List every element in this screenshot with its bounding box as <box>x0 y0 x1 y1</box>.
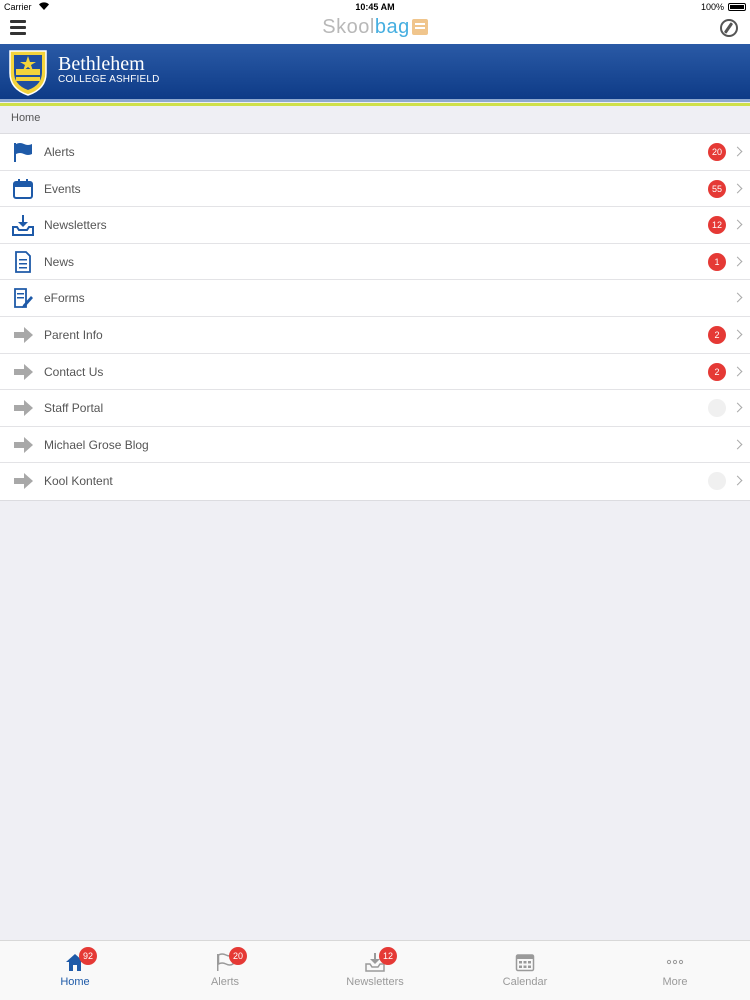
menu-item-kool-kontent[interactable]: Kool Kontent <box>0 463 750 500</box>
notification-badge: 1 <box>708 252 726 271</box>
calendar-icon <box>515 954 535 972</box>
menu-item-newsletters[interactable]: Newsletters 12 <box>0 207 750 244</box>
tab-badge: 92 <box>79 947 97 965</box>
calendar-icon <box>13 178 33 199</box>
brand-part1: Skool <box>322 16 375 38</box>
menu-item-events[interactable]: Events 55 <box>0 171 750 208</box>
arrow-right-icon <box>14 363 33 380</box>
arrow-right-icon <box>14 400 33 417</box>
chevron-right-icon <box>732 146 743 157</box>
inbox-download-icon <box>12 215 34 237</box>
menu-item-label: Staff Portal <box>44 401 104 416</box>
chevron-right-icon <box>732 256 743 267</box>
arrow-right-icon <box>14 473 33 490</box>
notification-badge: 2 <box>708 325 726 344</box>
tab-label: Home <box>60 976 90 988</box>
menu-item-michael-grose-blog[interactable]: Michael Grose Blog <box>0 427 750 464</box>
nav-bar: Skoolbag <box>0 14 750 44</box>
arrow-right-icon <box>14 326 33 343</box>
tab-newsletters[interactable]: 12 Newsletters <box>300 941 450 1000</box>
more-dots-icon <box>666 959 684 965</box>
menu-item-alerts[interactable]: Alerts 20 <box>0 134 750 171</box>
breadcrumb: Home <box>11 112 41 124</box>
menu-item-label: Contact Us <box>44 364 104 379</box>
app-logo: Skoolbag <box>0 16 750 39</box>
chevron-right-icon <box>732 439 743 450</box>
menu-item-label: Events <box>44 181 81 196</box>
school-name: Bethlehem <box>58 53 145 75</box>
tab-badge: 20 <box>229 947 247 965</box>
menu-item-parent-info[interactable]: Parent Info 2 <box>0 317 750 354</box>
empty-badge <box>708 472 726 491</box>
tab-badge: 12 <box>379 947 397 965</box>
menu-item-label: News <box>44 254 75 269</box>
menu-item-label: Alerts <box>44 145 75 159</box>
tab-more[interactable]: More <box>600 941 750 1000</box>
sync-icon[interactable] <box>720 19 738 37</box>
school-subtitle: COLLEGE ASHFIELD <box>58 74 160 85</box>
form-edit-icon <box>14 288 33 309</box>
status-bar: Carrier 10:45 AM 100% <box>0 0 750 14</box>
chevron-right-icon <box>732 219 743 230</box>
tab-calendar[interactable]: Calendar <box>450 941 600 1000</box>
notification-badge: 12 <box>708 216 726 235</box>
chevron-right-icon <box>732 366 743 377</box>
menu-item-label: Parent Info <box>44 327 103 342</box>
menu-item-label: Kool Kontent <box>44 474 113 489</box>
clock: 10:45 AM <box>355 2 395 12</box>
battery-icon <box>728 3 746 11</box>
battery-percent: 100% <box>700 2 724 12</box>
document-icon <box>15 250 31 273</box>
notification-badge: 55 <box>708 179 726 198</box>
menu-item-label: eForms <box>44 291 85 306</box>
tab-label: Calendar <box>502 976 548 988</box>
tab-home[interactable]: 92 Home <box>0 941 150 1000</box>
tab-bar: 92 Home 20 Alerts 12 Newsletters Calenda… <box>0 940 750 1000</box>
schoolbag-icon <box>411 19 428 35</box>
menu-item-label: Michael Grose Blog <box>44 437 149 452</box>
chevron-right-icon <box>732 402 743 413</box>
chevron-right-icon <box>732 292 743 303</box>
empty-badge <box>708 399 726 418</box>
tab-label: Newsletters <box>346 976 404 988</box>
tab-label: Alerts <box>210 976 240 988</box>
flag-icon <box>14 143 32 162</box>
tab-label: More <box>662 976 688 988</box>
chevron-right-icon <box>732 329 743 340</box>
menu-list: Alerts 20 Events 55 Newsletters 12 News … <box>0 133 750 501</box>
notification-badge: 2 <box>708 362 726 381</box>
tab-alerts[interactable]: 20 Alerts <box>150 941 300 1000</box>
brand-part2: bag <box>374 16 410 38</box>
menu-item-label: Newsletters <box>44 218 107 233</box>
school-crest-icon <box>9 50 47 96</box>
chevron-right-icon <box>732 183 743 194</box>
menu-item-staff-portal[interactable]: Staff Portal <box>0 390 750 427</box>
chevron-right-icon <box>732 475 743 486</box>
menu-item-eforms[interactable]: eForms <box>0 280 750 317</box>
menu-item-contact-us[interactable]: Contact Us 2 <box>0 354 750 391</box>
notification-badge: 20 <box>708 143 726 161</box>
school-banner: Bethlehem COLLEGE ASHFIELD <box>0 44 750 106</box>
arrow-right-icon <box>14 436 33 453</box>
menu-item-news[interactable]: News 1 <box>0 244 750 281</box>
